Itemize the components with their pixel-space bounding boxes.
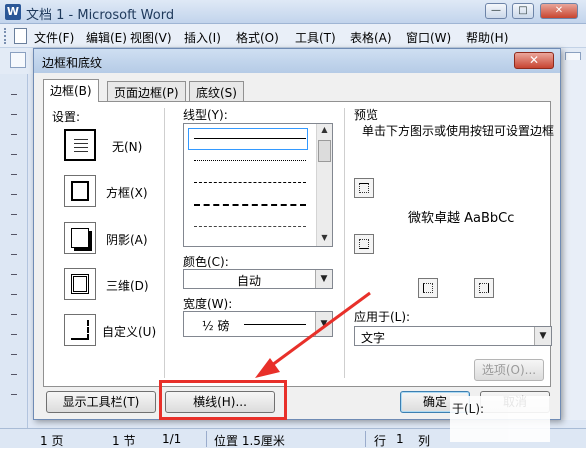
annotation-arrow-icon — [255, 291, 371, 378]
word-window: W 文档 1 - Microsoft Word — □ ✕ 文件(F) 编辑(E… — [0, 0, 586, 448]
tab-borders[interactable]: 边框(B) — [43, 79, 99, 102]
